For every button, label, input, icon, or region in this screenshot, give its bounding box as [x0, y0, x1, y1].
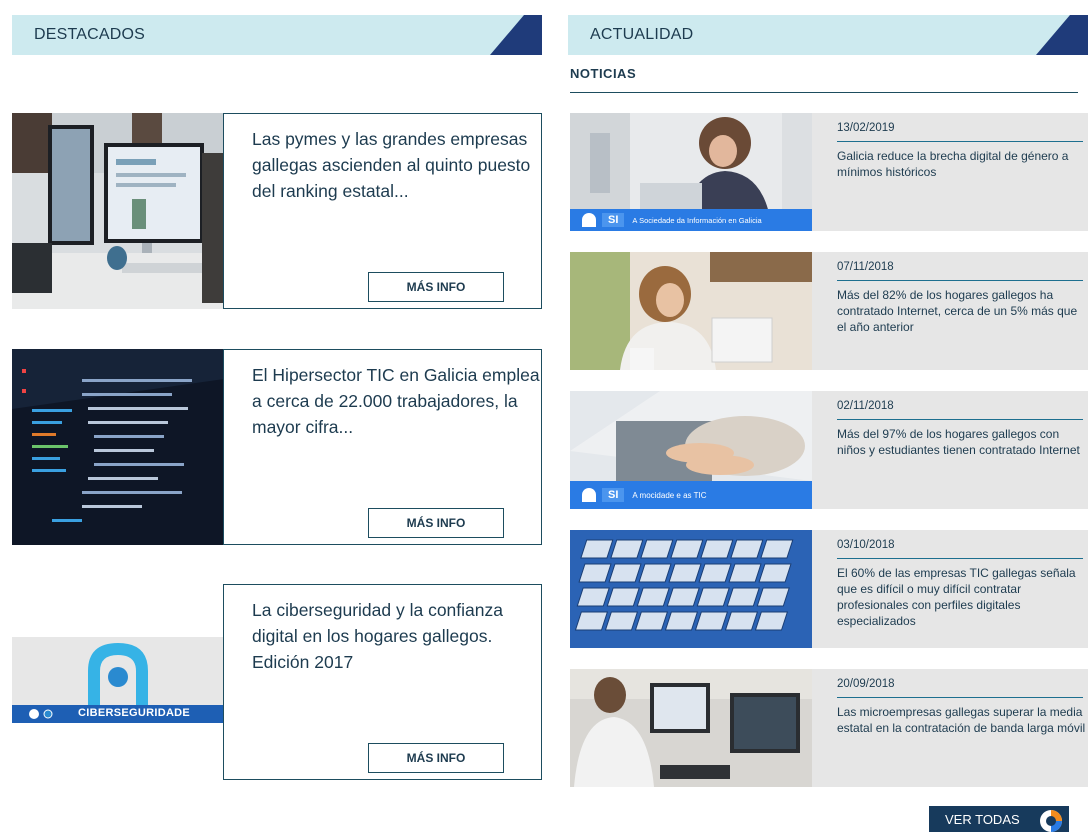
news-title[interactable]: Más del 82% de los hogares gallegos ha c… [837, 287, 1087, 335]
news-text: 03/10/2018 El 60% de las empresas TIC ga… [812, 530, 1088, 648]
news-text: 02/11/2018 Más del 97% de los hogares ga… [812, 391, 1088, 509]
si-banner: SI A Sociedade da Información en Galicia [570, 209, 812, 231]
destacado-text-box: Las pymes y las grandes empresas gallega… [223, 113, 542, 309]
noticias-subtitle: NOTICIAS [570, 66, 637, 81]
header-accent-shape [1036, 15, 1088, 55]
news-thumbnail[interactable]: SI A Sociedade da Información en Galicia [570, 113, 812, 231]
news-item[interactable]: 07/11/2018 Más del 82% de los hogares ga… [570, 252, 1088, 370]
destacado-headline[interactable]: El Hipersector TIC en Galicia emplea a c… [252, 362, 542, 440]
ciberseguridade-label: CIBERSEGURIDADE [78, 707, 191, 719]
si-logo-icon [582, 488, 596, 502]
destacado-card-1: Las pymes y las grandes empresas gallega… [12, 113, 542, 309]
news-thumbnail[interactable] [570, 530, 812, 648]
si-banner-text: A mocidade e as TIC [632, 490, 707, 500]
si-banner-text: A Sociedade da Información en Galicia [632, 215, 762, 225]
news-text: 20/09/2018 Las microempresas gallegas su… [812, 669, 1088, 787]
news-text: 13/02/2019 Galicia reduce la brecha digi… [812, 113, 1088, 231]
divider [837, 280, 1083, 281]
mas-info-button[interactable]: MÁS INFO [368, 508, 504, 538]
news-title[interactable]: Más del 97% de los hogares gallegos con … [837, 426, 1087, 458]
ver-todas-label: VER TODAS [945, 812, 1020, 827]
ver-todas-button[interactable]: VER TODAS [929, 806, 1069, 832]
actualidad-header: ACTUALIDAD [568, 15, 1088, 55]
news-item[interactable]: SI A Sociedade da Información en Galicia… [570, 113, 1088, 231]
destacado-card-2: El Hipersector TIC en Galicia emplea a c… [12, 349, 542, 545]
mas-info-button[interactable]: MÁS INFO [368, 272, 504, 302]
news-thumbnail[interactable] [570, 252, 812, 370]
news-item[interactable]: 20/09/2018 Las microempresas gallegas su… [570, 669, 1088, 787]
news-title[interactable]: Galicia reduce la brecha digital de géne… [837, 148, 1087, 180]
divider [570, 92, 1078, 93]
news-date: 20/09/2018 [837, 678, 895, 690]
si-label: SI [602, 213, 625, 227]
news-text: 07/11/2018 Más del 82% de los hogares ga… [812, 252, 1088, 370]
divider [837, 697, 1083, 698]
divider [837, 419, 1083, 420]
divider [837, 141, 1083, 142]
si-logo-icon [582, 213, 596, 227]
news-title[interactable]: Las microempresas gallegas superar la me… [837, 704, 1087, 736]
news-item[interactable]: SI A mocidade e as TIC 02/11/2018 Más de… [570, 391, 1088, 509]
divider [837, 558, 1083, 559]
news-date: 02/11/2018 [837, 400, 894, 412]
ciberseguridade-logo[interactable]: CIBERSEGURIDADE [12, 637, 224, 723]
news-thumbnail[interactable]: SI A mocidade e as TIC [570, 391, 812, 509]
actualidad-title: ACTUALIDAD [590, 26, 694, 43]
news-item[interactable]: 03/10/2018 El 60% de las empresas TIC ga… [570, 530, 1088, 648]
news-title[interactable]: El 60% de las empresas TIC gallegas seña… [837, 565, 1087, 629]
code-screen-photo[interactable] [12, 349, 224, 545]
si-label: SI [602, 488, 625, 502]
office-computers-photo[interactable] [12, 113, 224, 309]
destacados-title: DESTACADOS [34, 26, 146, 43]
news-date: 07/11/2018 [837, 261, 894, 273]
header-accent-shape [490, 15, 542, 55]
destacado-headline[interactable]: Las pymes y las grandes empresas gallega… [252, 126, 542, 204]
destacado-text-box: La ciberseguridad y la confianza digital… [223, 584, 542, 780]
destacado-card-3: CIBERSEGURIDADE La ciberseguridad y la c… [12, 584, 542, 780]
destacados-header: DESTACADOS [12, 15, 542, 55]
destacado-headline[interactable]: La ciberseguridad y la confianza digital… [252, 597, 542, 675]
circle-logo-icon [1040, 810, 1062, 832]
si-banner: SI A mocidade e as TIC [570, 481, 812, 509]
news-date: 13/02/2019 [837, 122, 895, 134]
mas-info-button[interactable]: MÁS INFO [368, 743, 504, 773]
news-date: 03/10/2018 [837, 539, 895, 551]
destacado-text-box: El Hipersector TIC en Galicia emplea a c… [223, 349, 542, 545]
news-thumbnail[interactable] [570, 669, 812, 787]
